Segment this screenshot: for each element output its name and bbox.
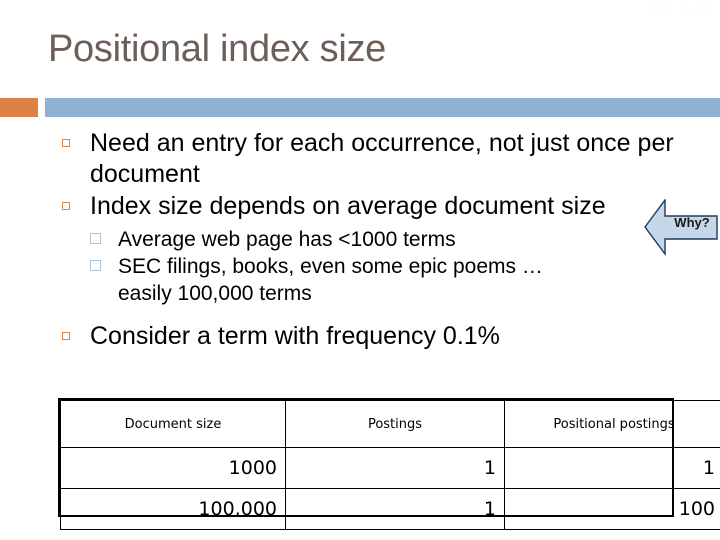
cell-document-size: 100,000 xyxy=(60,488,286,530)
table-row: 1000 1 1 xyxy=(60,447,720,489)
slide-body: Need an entry for each occurrence, not j… xyxy=(0,128,720,354)
header-accent-orange xyxy=(0,98,38,117)
bullet-item-need-entry: Need an entry for each occurrence, not j… xyxy=(0,128,720,189)
cell-postings: 1 xyxy=(285,488,505,530)
bullet-text: Need an entry for each occurrence, not j… xyxy=(90,129,674,188)
square-bullet-icon xyxy=(90,259,101,271)
column-header-document-size: Document size xyxy=(60,400,286,448)
sub-bullet-item-sec-filings: SEC filings, books, even some epic poems… xyxy=(0,253,720,308)
sub-bullet-text: Average web page has <1000 terms xyxy=(118,227,456,251)
bullet-item-index-size: Index size depends on average document s… xyxy=(0,191,720,222)
bullet-text: Consider a term with frequency 0.1% xyxy=(90,322,500,351)
bullet-item-consider-term: Consider a term with frequency 0.1% xyxy=(0,321,720,352)
cell-document-size: 1000 xyxy=(60,447,286,489)
column-header-positional-postings: Positional postings xyxy=(504,400,720,448)
section-reference: Sec. 2.4.2 xyxy=(649,1,711,16)
column-header-postings: Postings xyxy=(285,400,505,448)
sub-bullet-list: Average web page has <1000 terms SEC fil… xyxy=(0,226,720,308)
sub-bullet-text-continued: easily 100,000 terms xyxy=(118,282,312,306)
callout-label: Why? xyxy=(674,215,710,230)
cell-postings: 1 xyxy=(285,447,505,489)
square-bullet-icon xyxy=(62,332,70,341)
table-row: 100,000 1 100 xyxy=(60,488,720,530)
cell-positional-postings: 100 xyxy=(504,488,720,530)
square-bullet-icon xyxy=(62,139,70,147)
table-header-row: Document size Postings Positional postin… xyxy=(60,400,720,448)
positional-index-size-table: Document size Postings Positional postin… xyxy=(60,400,720,530)
sub-bullet-text: SEC filings, books, even some epic poems… xyxy=(118,254,543,278)
header-accent-blue xyxy=(45,98,720,117)
why-callout: Why? xyxy=(644,199,718,256)
square-bullet-icon xyxy=(62,202,70,210)
cell-positional-postings: 1 xyxy=(504,447,720,489)
sub-bullet-item-web-page: Average web page has <1000 terms xyxy=(0,226,720,253)
square-bullet-icon xyxy=(90,232,101,244)
page-title: Positional index size xyxy=(48,28,387,70)
bullet-text: Index size depends on average document s… xyxy=(90,192,606,220)
